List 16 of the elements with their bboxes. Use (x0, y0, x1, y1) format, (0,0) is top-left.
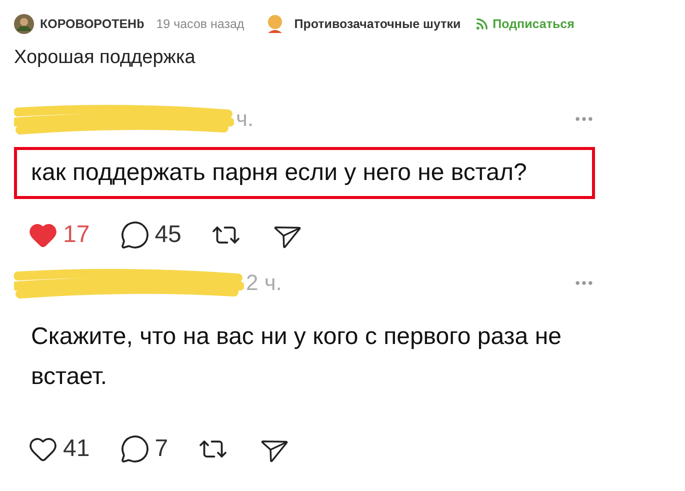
comment-icon[interactable] (120, 220, 150, 250)
like-count: 41 (63, 435, 90, 463)
post-title: Хорошая поддержка (13, 46, 196, 70)
rss-icon (474, 17, 489, 31)
community-name[interactable]: Противозачаточные шутки (294, 17, 461, 31)
user-avatar[interactable] (14, 14, 34, 34)
reply-count: 7 (154, 435, 168, 463)
reply-time: ч. (236, 106, 254, 132)
reply-time: 2 ч. (246, 270, 282, 296)
author-name[interactable]: КОРОВОРОТЕНb (40, 17, 144, 31)
post-time: 19 часов назад (156, 17, 244, 31)
reply-text: как поддержать парня если у него не встал? (14, 147, 595, 199)
reply-count: 45 (154, 221, 182, 249)
like-count: 17 (63, 221, 90, 249)
comment-icon[interactable] (120, 434, 150, 464)
reply-text: Скажите, что на вас ни у кого с первого раза не встает. (30, 322, 562, 392)
